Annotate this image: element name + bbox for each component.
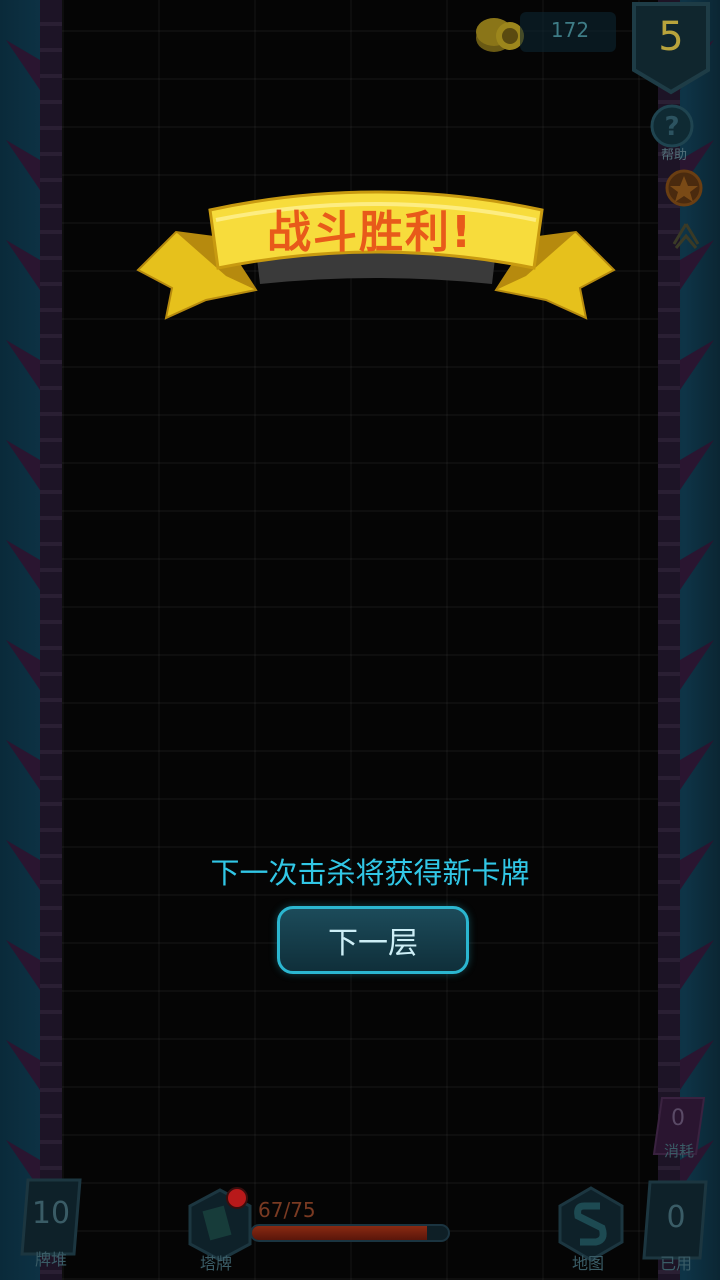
hp-readout: 67/75 bbox=[258, 1198, 316, 1222]
exhaust-pile-count: 0 bbox=[671, 1106, 685, 1131]
floor-level-number: 5 bbox=[658, 14, 684, 60]
svg-text:?: ? bbox=[664, 112, 679, 142]
left-brick-wall bbox=[40, 0, 62, 1280]
left-spikes bbox=[6, 40, 40, 1190]
tower-card-label: 塔牌 bbox=[199, 1254, 232, 1273]
next-floor-button[interactable]: 下一层 bbox=[277, 906, 469, 974]
notification-badge bbox=[226, 1187, 248, 1209]
hp-bar bbox=[250, 1224, 450, 1242]
discard-pile-count: 0 bbox=[666, 1200, 686, 1235]
victory-title: 战斗胜利! bbox=[266, 207, 474, 258]
discard-pile-label: 已用 bbox=[659, 1254, 692, 1273]
coin-count: 172 bbox=[550, 18, 590, 42]
next-floor-label: 下一层 bbox=[328, 926, 418, 961]
draw-pile-label: 牌堆 bbox=[34, 1250, 67, 1269]
help-question-icon[interactable]: ? bbox=[650, 104, 694, 148]
help-label: 帮助 bbox=[660, 148, 687, 163]
map-label: 地图 bbox=[571, 1254, 604, 1273]
medal-icon[interactable] bbox=[664, 168, 704, 208]
draw-pile-count: 10 bbox=[31, 1196, 71, 1231]
compass-square-icon[interactable] bbox=[670, 220, 702, 252]
new-card-hint: 下一次击杀将获得新卡牌 bbox=[210, 856, 530, 890]
hp-bar-fill bbox=[252, 1226, 428, 1240]
exhaust-pile-label: 消耗 bbox=[663, 1142, 694, 1160]
